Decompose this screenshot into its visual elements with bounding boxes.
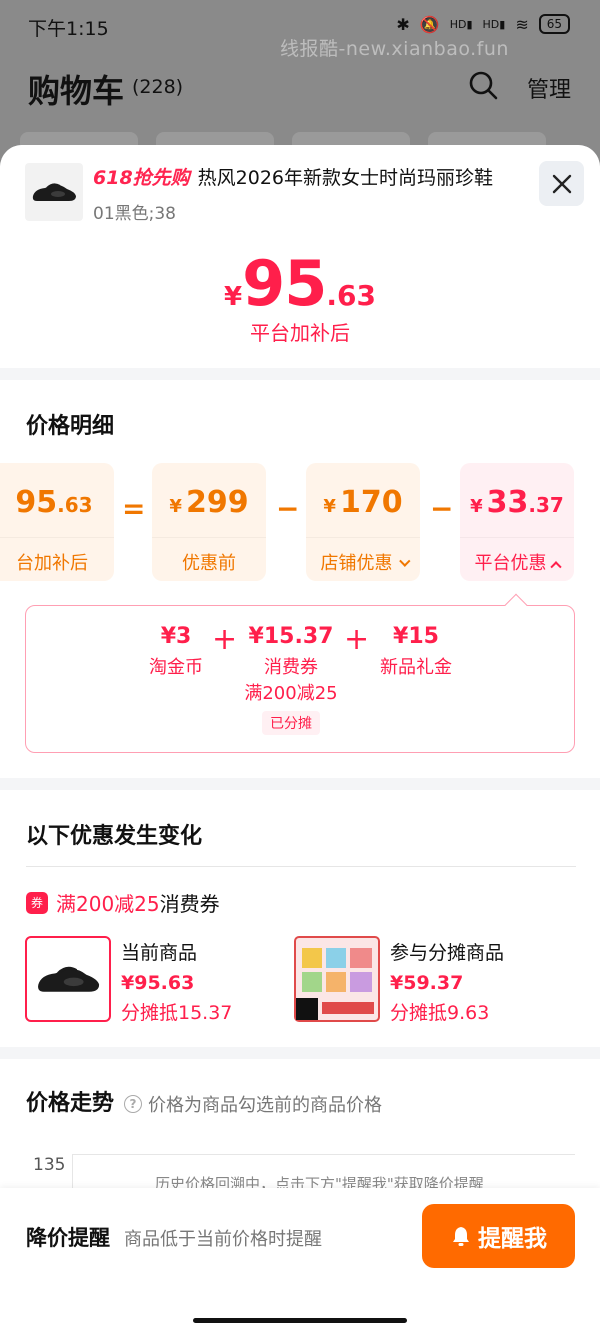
final-price: ¥95.63 <box>224 247 376 320</box>
operator-minus: − <box>430 492 454 525</box>
remind-me-button[interactable]: 提醒我 <box>422 1204 575 1268</box>
platform-discount-breakdown: ¥3 淘金币 + ¥15.37 消费券 满200减25 已分摊 + ¥15 新品礼… <box>25 593 575 753</box>
card-platform-discount[interactable]: ¥33.37 平台优惠 <box>460 463 574 581</box>
close-icon <box>552 174 571 193</box>
discount-changes-section: 以下优惠发生变化 券 满200减25消费券 当前商品 ¥95.63 分摊抵15.… <box>0 790 600 1047</box>
mute-icon: 🔕 <box>419 14 440 34</box>
chevron-down-icon <box>398 555 410 567</box>
product-name: 热风2026年新款女士时尚玛丽珍鞋 <box>197 167 494 189</box>
allocated-tag: 已分摊 <box>262 711 320 735</box>
card-original-price: ¥299 优惠前 <box>152 463 266 581</box>
shoe-icon <box>38 966 100 992</box>
trend-note: 价格为商品勾选前的商品价格 <box>148 1095 383 1116</box>
divider <box>26 866 576 867</box>
product-variant: 01黑色;38 <box>93 204 176 224</box>
cart-count: (228) <box>132 76 184 98</box>
card-store-discount[interactable]: ¥170 店铺优惠 <box>306 463 420 581</box>
price-breakdown-section: 价格明细 95.63 台加补后 = ¥299 优惠前 − ¥170 店铺优惠 −… <box>0 380 600 778</box>
shared-product-info: 参与分摊商品 ¥59.37 分摊抵9.63 <box>390 942 505 1024</box>
operator-equals: = <box>122 492 146 525</box>
promo-badge: 618抢先购 <box>93 167 190 189</box>
coupon-row: 券 满200减25消费券 <box>26 888 220 917</box>
cart-title: 购物车 <box>28 72 125 110</box>
section-title: 价格明细 <box>26 414 115 439</box>
card-final-price: 95.63 台加补后 <box>0 463 114 581</box>
product-header: 618抢先购 热风2026年新款女士时尚玛丽珍鞋 01黑色;38 ¥95.63 平… <box>0 145 600 368</box>
close-button[interactable] <box>539 161 584 206</box>
signal-icon-2: HD▮ <box>482 17 506 31</box>
price-drop-reminder-bar: 降价提醒 商品低于当前价格时提醒 提醒我 <box>0 1188 600 1333</box>
trend-title: 价格走势? 价格为商品勾选前的商品价格 <box>26 1091 383 1116</box>
shoe-icon <box>32 183 76 201</box>
background-page: 下午1:15 ✱ 🔕 HD▮ HD▮ ≋ 65 线报酷-new.xianbao.… <box>0 0 600 160</box>
section-title: 以下优惠发生变化 <box>26 824 203 849</box>
help-icon[interactable]: ? <box>124 1095 143 1113</box>
wifi-icon: ≋ <box>515 14 529 34</box>
plus-sign: + <box>212 622 238 657</box>
bell-icon <box>453 1227 469 1246</box>
price-detail-sheet: 618抢先购 热风2026年新款女士时尚玛丽珍鞋 01黑色;38 ¥95.63 平… <box>0 145 600 1333</box>
status-time: 下午1:15 <box>28 18 109 40</box>
battery-indicator: 65 <box>538 14 570 34</box>
reminder-title: 降价提醒 <box>26 1226 110 1250</box>
bluetooth-icon: ✱ <box>396 14 410 34</box>
axis-value: 135 <box>33 1155 66 1175</box>
breakdown-item-coins: ¥3 淘金币 <box>149 624 203 678</box>
shared-product-image[interactable] <box>294 936 380 1022</box>
current-product-info: 当前商品 ¥95.63 分摊抵15.37 <box>121 942 233 1024</box>
product-title: 618抢先购 热风2026年新款女士时尚玛丽珍鞋 <box>93 163 533 190</box>
operator-minus: − <box>276 492 300 525</box>
home-indicator <box>193 1318 407 1323</box>
book-cover-icon <box>294 936 380 1022</box>
status-icons: ✱ 🔕 HD▮ HD▮ ≋ 65 <box>396 14 570 34</box>
search-icon[interactable] <box>468 70 498 100</box>
current-product-image[interactable] <box>25 936 111 1022</box>
watermark: 线报酷-new.xianbao.fun <box>280 38 509 60</box>
chevron-up-icon <box>549 561 562 573</box>
breakdown-item-coupon: ¥15.37 消费券 满200减25 已分摊 <box>236 624 346 735</box>
breakdown-item-gift: ¥15 新品礼金 <box>380 624 452 678</box>
manage-button[interactable]: 管理 <box>527 72 571 104</box>
signal-icon: HD▮ <box>449 17 473 31</box>
final-price-label: 平台加补后 <box>250 321 350 345</box>
reminder-desc: 商品低于当前价格时提醒 <box>124 1229 322 1250</box>
product-thumbnail <box>25 163 83 221</box>
coupon-icon: 券 <box>26 891 48 914</box>
axis-line <box>72 1154 575 1155</box>
